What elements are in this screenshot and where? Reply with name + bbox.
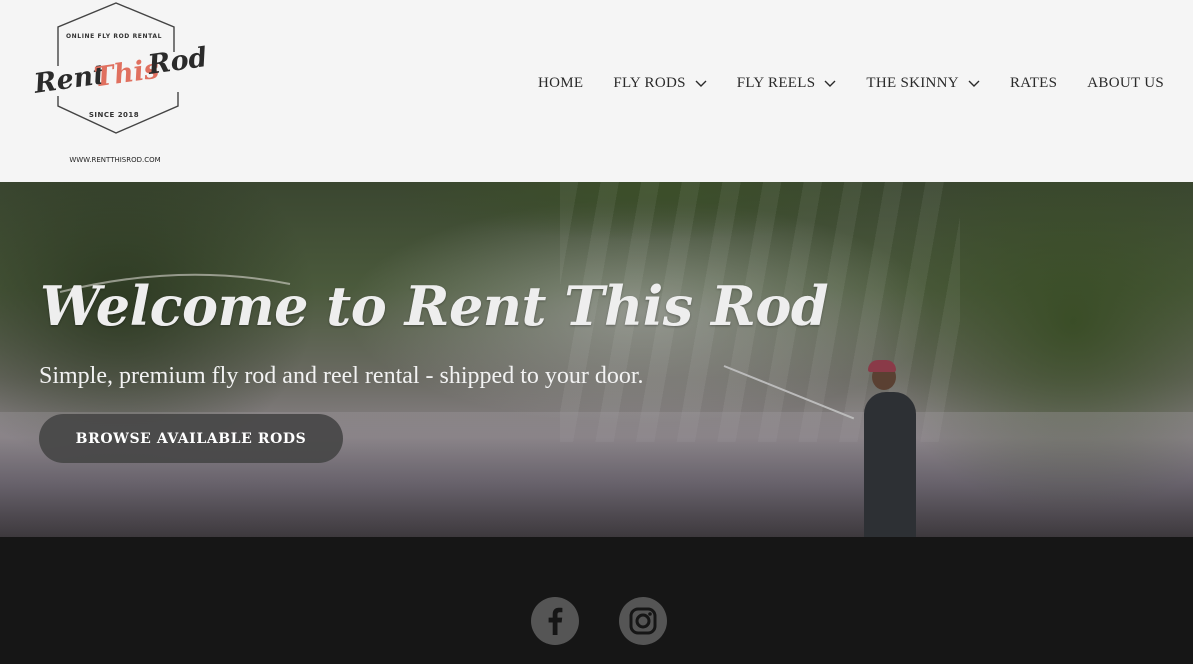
nav-item-fly-reels[interactable]: FLY REELS	[737, 75, 837, 92]
facebook-icon	[548, 607, 563, 635]
chevron-down-icon	[968, 80, 980, 87]
nav-label: HOME	[537, 75, 584, 91]
browse-rods-button[interactable]: BROWSE AVAILABLE RODS	[39, 414, 343, 463]
logo-since: SINCE 2018	[88, 111, 140, 119]
nav-item-the-skinny[interactable]: THE SKINNY	[866, 75, 980, 92]
nav-item-home[interactable]: HOME	[538, 75, 583, 92]
nav-label: ABOUT US	[1087, 75, 1164, 91]
nav-item-rates[interactable]: RATES	[1010, 75, 1057, 92]
site-header: ONLINE FLY ROD RENTAL Rent This Rod SINC…	[0, 0, 1193, 182]
fisherman-cap	[868, 360, 896, 372]
site-footer	[0, 537, 1193, 664]
nav-item-about-us[interactable]: ABOUT US	[1087, 75, 1164, 92]
nav-label: FLY REELS	[736, 75, 816, 91]
nav-label: FLY RODS	[613, 75, 686, 91]
instagram-link[interactable]	[619, 597, 667, 645]
logo-tagline: ONLINE FLY ROD RENTAL	[65, 33, 163, 40]
chevron-down-icon	[824, 80, 836, 87]
hero-title: Welcome to Rent This Rod	[40, 274, 829, 338]
facebook-link[interactable]	[531, 597, 579, 645]
instagram-icon	[629, 607, 657, 635]
hero-banner: Welcome to Rent This Rod Simple, premium…	[0, 182, 1193, 537]
fisherman-figure	[864, 392, 916, 537]
site-logo[interactable]: ONLINE FLY ROD RENTAL Rent This Rod SINC…	[28, 0, 209, 172]
nav-item-fly-rods[interactable]: FLY RODS	[613, 75, 707, 92]
nav-label: RATES	[1009, 75, 1058, 91]
chevron-down-icon	[695, 80, 707, 87]
nav-label: THE SKINNY	[866, 75, 959, 91]
hero-subtitle: Simple, premium fly rod and reel rental …	[39, 363, 644, 389]
main-nav: HOME FLY RODS FLY REELS THE SKINNY RATES…	[538, 75, 1164, 92]
logo-url: WWW.RENTTHISROD.COM	[69, 156, 161, 164]
